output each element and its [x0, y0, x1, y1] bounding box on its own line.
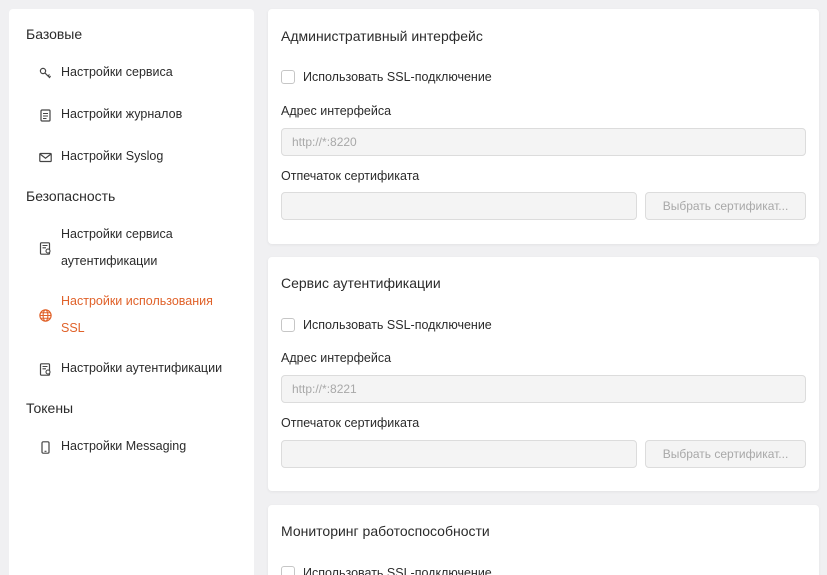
key-icon — [39, 67, 52, 80]
card-title: Административный интерфейс — [281, 28, 483, 44]
document-icon — [39, 109, 52, 122]
certificate-icon — [39, 363, 52, 376]
card-title: Мониторинг работоспособности — [281, 523, 490, 539]
select-certificate-button[interactable]: Выбрать сертификат... — [645, 192, 806, 220]
settings-sidebar: Базовые Настройки сервиса Настройки журн… — [9, 9, 254, 575]
address-input[interactable]: http://*:8221 — [281, 375, 806, 403]
sidebar-item-label-line1: Настройки использования — [61, 294, 213, 308]
envelope-icon — [39, 151, 52, 164]
sidebar-item-log-settings[interactable]: Настройки журналов — [39, 107, 244, 128]
certificate-icon — [39, 242, 52, 255]
address-label: Адрес интерфейса — [281, 104, 392, 118]
ssl-checkbox[interactable] — [281, 70, 295, 84]
sidebar-item-label-line2: аутентификации — [61, 254, 158, 268]
health-monitoring-card: Мониторинг работоспособности Использоват… — [268, 505, 819, 575]
sidebar-item-service-settings[interactable]: Настройки сервиса — [39, 65, 244, 86]
ssl-checkbox-row[interactable]: Использовать SSL-подключение — [281, 566, 492, 575]
sidebar-item-label: Настройки сервиса — [61, 65, 173, 79]
globe-icon — [39, 309, 52, 322]
thumbprint-input[interactable] — [281, 440, 637, 468]
sidebar-item-auth-service-settings[interactable]: Настройки сервиса аутентификации — [39, 227, 244, 275]
select-certificate-button[interactable]: Выбрать сертификат... — [645, 440, 806, 468]
ssl-checkbox[interactable] — [281, 318, 295, 332]
sidebar-item-auth-settings[interactable]: Настройки аутентификации — [39, 361, 244, 382]
phone-icon — [39, 441, 52, 454]
ssl-checkbox-row[interactable]: Использовать SSL-подключение — [281, 318, 492, 332]
sidebar-item-label-line2: SSL — [61, 321, 85, 335]
auth-service-card: Сервис аутентификации Использовать SSL-п… — [268, 257, 819, 491]
thumbprint-input[interactable] — [281, 192, 637, 220]
section-title-security: Безопасность — [26, 188, 116, 204]
sidebar-item-label: Настройки Syslog — [61, 149, 164, 163]
sidebar-item-label-line1: Настройки сервиса — [61, 227, 173, 241]
sidebar-item-label: Настройки Messaging — [61, 439, 187, 453]
address-input[interactable]: http://*:8220 — [281, 128, 806, 156]
section-title-tokens: Токены — [26, 400, 74, 416]
sidebar-item-ssl-settings[interactable]: Настройки использования SSL — [39, 294, 244, 342]
section-title-basic: Базовые — [26, 26, 83, 42]
ssl-checkbox-row[interactable]: Использовать SSL-подключение — [281, 70, 492, 84]
sidebar-item-syslog-settings[interactable]: Настройки Syslog — [39, 149, 244, 170]
address-label: Адрес интерфейса — [281, 351, 392, 365]
thumbprint-label: Отпечаток сертификата — [281, 169, 420, 183]
ssl-checkbox-label: Использовать SSL-подключение — [303, 318, 492, 332]
ssl-checkbox-label: Использовать SSL-подключение — [303, 70, 492, 84]
thumbprint-label: Отпечаток сертификата — [281, 416, 420, 430]
ssl-checkbox-label: Использовать SSL-подключение — [303, 566, 492, 575]
card-title: Сервис аутентификации — [281, 275, 441, 291]
sidebar-item-label: Настройки журналов — [61, 107, 183, 121]
admin-interface-card: Административный интерфейс Использовать … — [268, 9, 819, 244]
sidebar-item-label: Настройки аутентификации — [61, 361, 223, 375]
sidebar-item-messaging-settings[interactable]: Настройки Messaging — [39, 439, 244, 460]
ssl-checkbox[interactable] — [281, 566, 295, 575]
